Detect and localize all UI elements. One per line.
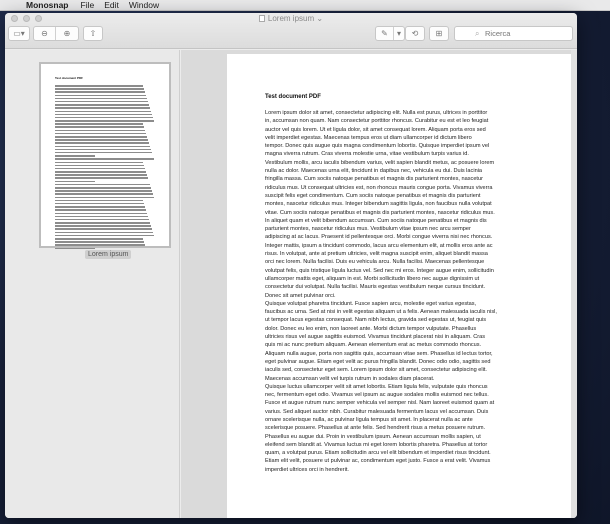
zoom-in-icon: ⊕: [63, 29, 71, 38]
thumbnail-text-line: [55, 120, 154, 122]
thumbnail-text-line: [55, 113, 152, 116]
rotate-button[interactable]: ⟲: [405, 26, 425, 41]
search-field[interactable]: ⌕: [454, 26, 573, 41]
zoom-control: ⊖ ⊕: [33, 26, 79, 41]
zoom-out-button[interactable]: ⊖: [34, 27, 56, 40]
thumbnail-text-line: [55, 129, 145, 132]
zoom-out-icon: ⊖: [41, 29, 48, 38]
thumbnail-text-line: [55, 187, 151, 189]
thumbnail-text-line: [55, 247, 95, 250]
search-input[interactable]: [485, 29, 565, 38]
menu-app-name[interactable]: Monosnap: [26, 0, 69, 11]
thumbnail-text-line: [55, 107, 150, 109]
markup-button[interactable]: ✎: [376, 27, 394, 40]
thumbnail-text-line: [55, 177, 148, 179]
toolbox-button[interactable]: ⊞: [429, 26, 449, 41]
thumbnail-text-line: [55, 215, 148, 218]
share-icon: ⇧: [89, 29, 97, 38]
thumbnail-text-line: [55, 180, 95, 183]
sidebar-icon: ▭▾: [13, 29, 25, 38]
thumbnail-text-line: [55, 206, 145, 208]
toolbar: ▭▾ ⊖ ⊕ ⇧ ✎ ▾ ⟲ ⊞ ⌕: [5, 26, 577, 46]
window-title-text: Lorem ipsum: [267, 14, 315, 23]
share-button[interactable]: ⇧: [83, 26, 103, 41]
chevron-down-icon: ▾: [396, 29, 401, 38]
thumbnail-text-line: [55, 100, 148, 103]
thumbnail-text-line: [55, 123, 143, 125]
thumbnail-text-line: [55, 190, 152, 192]
document-body: Lorem ipsum dolor sit amet, consectetur …: [265, 110, 497, 473]
markup-menu-button[interactable]: ▾: [394, 27, 404, 40]
thumbnail-text-line: [55, 88, 144, 90]
thumbnail-sidebar: Test document PDF Lorem ipsum: [5, 50, 180, 518]
markup-control: ✎ ▾: [375, 26, 405, 41]
thumbnail-text-line: [55, 171, 146, 173]
thumbnail-text-line: [55, 209, 146, 211]
thumbnail-text-line: [55, 94, 146, 97]
thumbnail-text-line: [55, 97, 147, 100]
thumbnail-text-line: [55, 228, 152, 230]
menu-bar: Monosnap File Edit Window: [0, 0, 610, 11]
thumbnail-text-line: [55, 218, 149, 221]
thumbnail-text-line: [55, 241, 144, 243]
thumbnail-text-line: [55, 136, 147, 138]
thumbnail-text-line: [55, 238, 143, 240]
preview-window: Lorem ipsum ⌄ ▭▾ ⊖ ⊕ ⇧ ✎ ▾ ⟲ ⊞ ⌕ Ricerca…: [5, 13, 577, 518]
thumbnail-text-line: [55, 199, 143, 202]
sidebar-toggle-button[interactable]: ▭▾: [8, 26, 30, 41]
scrollbar-track[interactable]: [571, 50, 577, 518]
menu-file[interactable]: File: [81, 0, 95, 11]
thumbnail-text-line: [55, 158, 154, 160]
document-icon: [258, 15, 265, 22]
window-title[interactable]: Lorem ipsum ⌄: [5, 14, 577, 24]
thumbnail-text-line: [55, 148, 151, 151]
menu-edit[interactable]: Edit: [104, 0, 119, 11]
thumbnail-text-line: [55, 164, 144, 167]
thumbnail-text-line: [55, 193, 153, 195]
thumbnail-text-line: [55, 126, 144, 128]
thumbnail-label: Lorem ipsum: [85, 250, 132, 259]
pen-icon: ✎: [381, 29, 388, 38]
thumbnail-text-line: [55, 139, 148, 141]
menu-window[interactable]: Window: [129, 0, 159, 11]
thumbnail-text-line: [55, 145, 150, 148]
thumbnail-text-line: [55, 183, 150, 186]
page-thumbnail[interactable]: Test document PDF: [39, 62, 171, 250]
thumbnail-text-line: [55, 174, 147, 176]
thumbnail-text-line: [55, 155, 95, 157]
thumbnail-text-line: [55, 91, 145, 93]
document-view[interactable]: Test document PDF Lorem ipsum dolor sit …: [181, 50, 577, 518]
thumbnail-text-line: [55, 151, 152, 154]
thumbnail-text-line: [55, 225, 151, 227]
rotate-icon: ⟲: [411, 29, 419, 38]
thumbnail-text-line: [55, 167, 145, 170]
chevron-down-icon: ⌄: [314, 14, 324, 23]
pdf-page: Test document PDF Lorem ipsum dolor sit …: [227, 54, 571, 518]
thumbnail-text-line: [55, 212, 147, 214]
thumbnail-text-line: [55, 202, 144, 205]
zoom-in-button[interactable]: ⊕: [56, 27, 78, 40]
thumbnail-text-line: [55, 104, 149, 106]
search-icon: ⌕: [475, 29, 480, 38]
thumbnail-text-line: [55, 132, 146, 135]
thumbnail-text-line: [55, 116, 153, 119]
thumbnail-text-line: [55, 222, 150, 224]
title-bar: Lorem ipsum ⌄ ▭▾ ⊖ ⊕ ⇧ ✎ ▾ ⟲ ⊞ ⌕ Ricerca: [5, 13, 577, 49]
thumbnail-text-line: [55, 161, 143, 163]
toolbox-icon: ⊞: [435, 29, 443, 38]
thumbnail-text-line: [55, 142, 149, 144]
thumbnail-text-line: [55, 234, 154, 237]
thumbnail-text-line: [55, 85, 143, 87]
thumbnail-text-line: [55, 110, 151, 112]
thumbnail-text-line: [55, 231, 153, 234]
thumbnail-text-line: [55, 244, 145, 246]
thumbnail-title: Test document PDF: [55, 76, 83, 80]
thumbnail-text-line: [55, 196, 154, 199]
document-title: Test document PDF: [265, 94, 321, 100]
